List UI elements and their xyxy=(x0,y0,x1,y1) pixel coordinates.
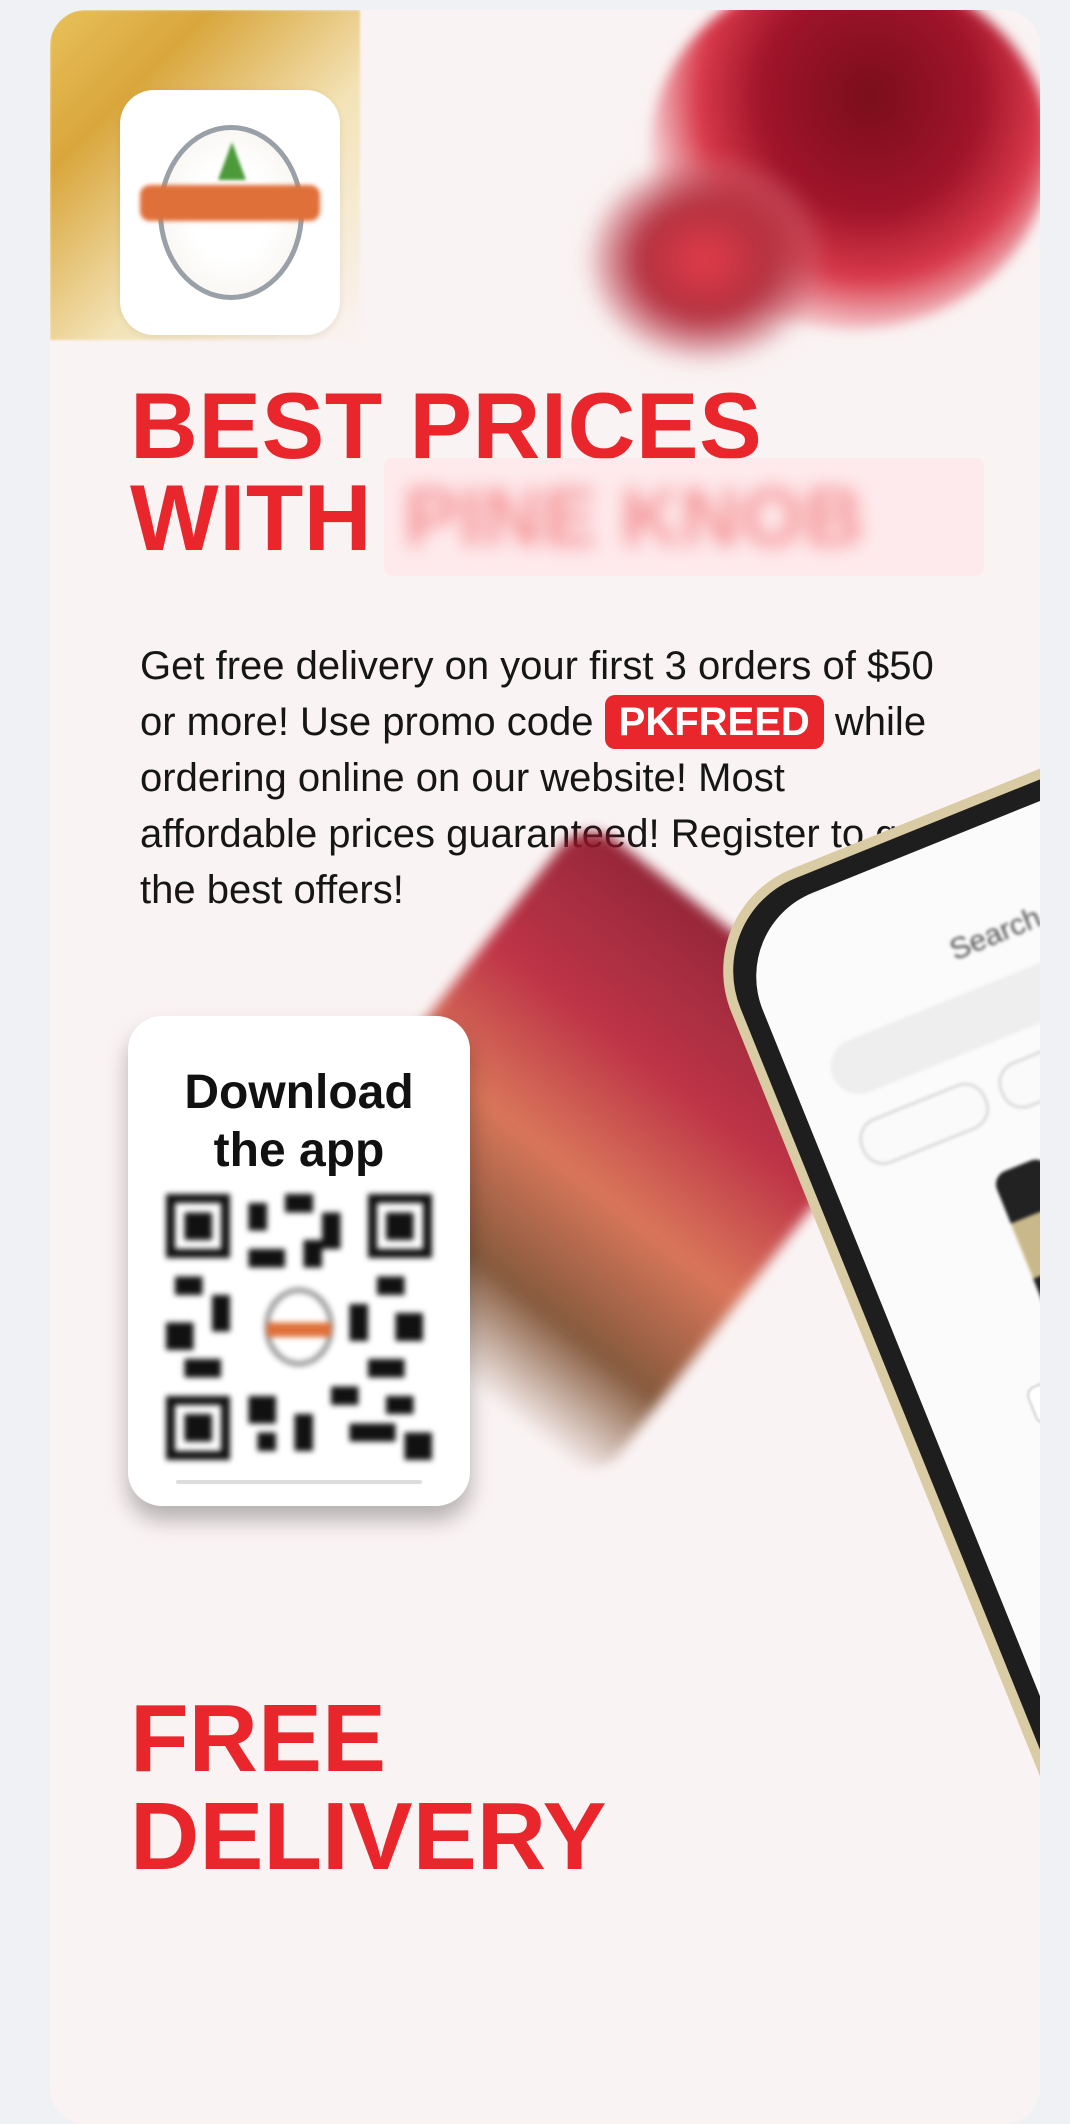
phone-filter-chip xyxy=(853,1076,996,1172)
free-delivery-line-2: DELIVERY xyxy=(130,1783,607,1890)
headline: BEST PRICES WITH PINE KNOB xyxy=(130,379,985,576)
product-button xyxy=(1024,1324,1040,1427)
headline-line-2: WITH PINE KNOB xyxy=(130,458,985,576)
wine-glass-reflection xyxy=(590,160,820,360)
download-app-title: Download the app xyxy=(128,1064,470,1180)
headline-with: WITH xyxy=(130,465,373,570)
logo-banner xyxy=(140,185,320,221)
qr-code-icon[interactable] xyxy=(166,1194,432,1460)
phone-screen: Search Product xyxy=(729,701,1040,2124)
brand-name-blurred: PINE KNOB xyxy=(384,458,985,576)
logo-tree xyxy=(218,142,246,180)
download-app-card[interactable]: Download the app xyxy=(128,1016,470,1506)
free-delivery-line-1: FREE xyxy=(130,1685,387,1792)
download-app-title-line-2: the app xyxy=(213,1124,385,1177)
download-app-title-line-1: Download xyxy=(184,1066,414,1119)
brand-name-text: PINE KNOB xyxy=(404,472,865,563)
free-delivery-heading: FREE DELIVERY xyxy=(130,1690,607,1886)
card-divider xyxy=(176,1480,422,1484)
promo-code-badge[interactable]: PKFREED xyxy=(604,695,824,749)
store-logo-icon[interactable] xyxy=(120,90,340,335)
wine-bottle-image xyxy=(991,1155,1040,1334)
promo-card: BEST PRICES WITH PINE KNOB Get free deliv… xyxy=(50,10,1040,2124)
